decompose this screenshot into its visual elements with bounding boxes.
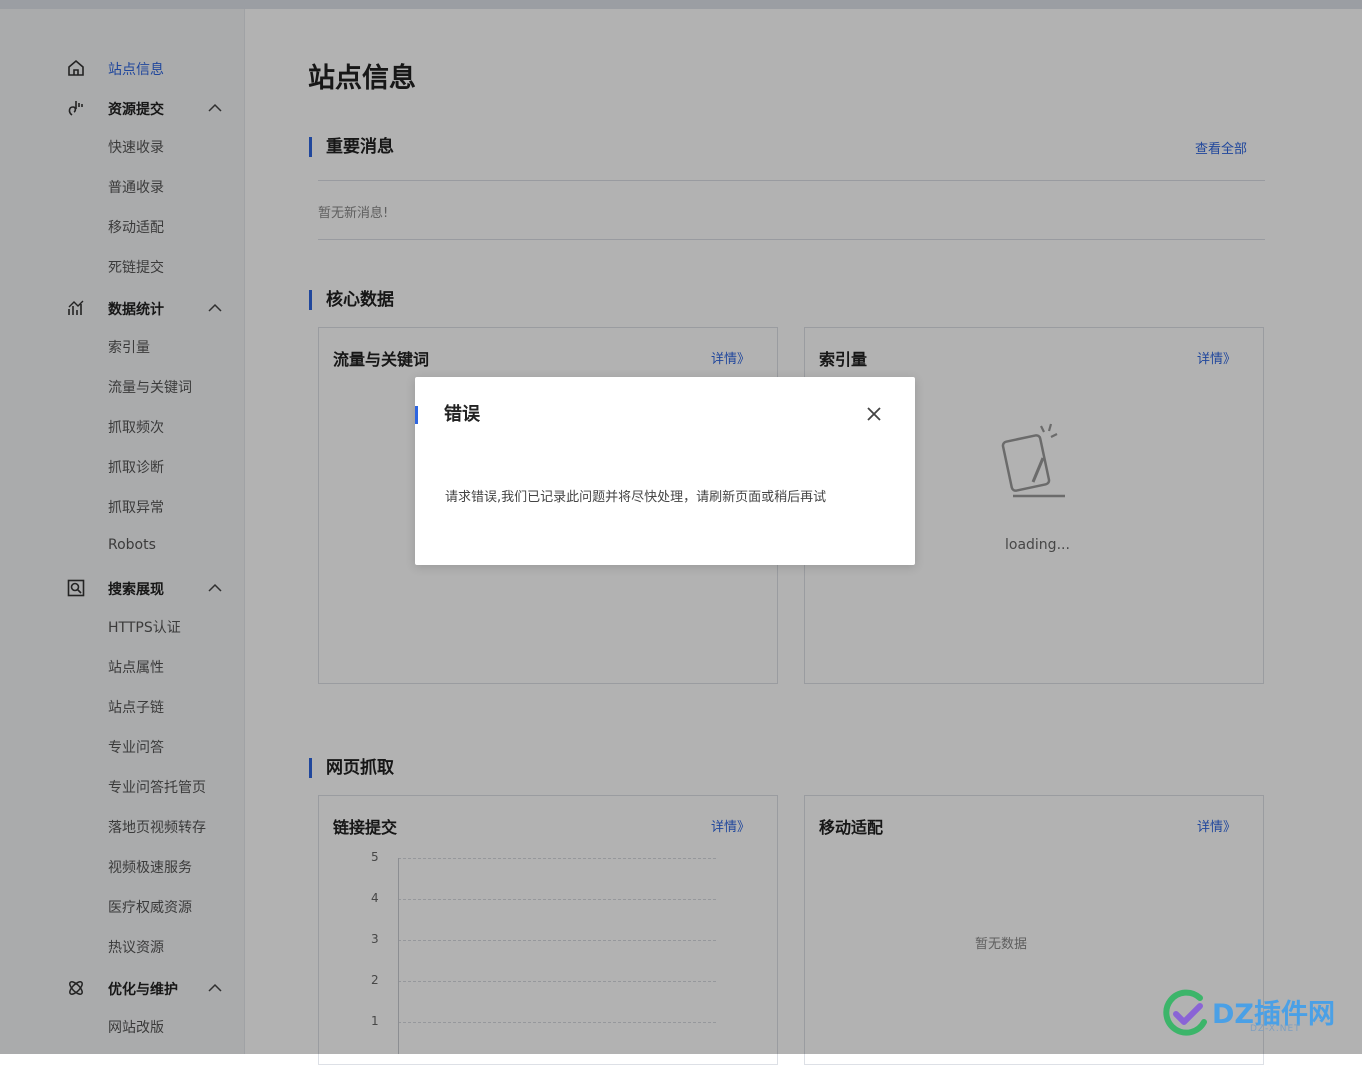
- dz-logo-icon: [1163, 989, 1207, 1036]
- error-dialog: 错误 请求错误,我们已记录此问题并将尽快处理，请刷新页面或稍后再试: [415, 377, 915, 565]
- close-icon[interactable]: [863, 403, 885, 425]
- dialog-title: 错误: [415, 406, 480, 424]
- watermark-sub: DZ-X.NET: [1250, 1024, 1301, 1034]
- watermark-logo: DZ插件网 DZ-X.NET: [1160, 986, 1350, 1042]
- dialog-message: 请求错误,我们已记录此问题并将尽快处理，请刷新页面或稍后再试: [445, 490, 827, 505]
